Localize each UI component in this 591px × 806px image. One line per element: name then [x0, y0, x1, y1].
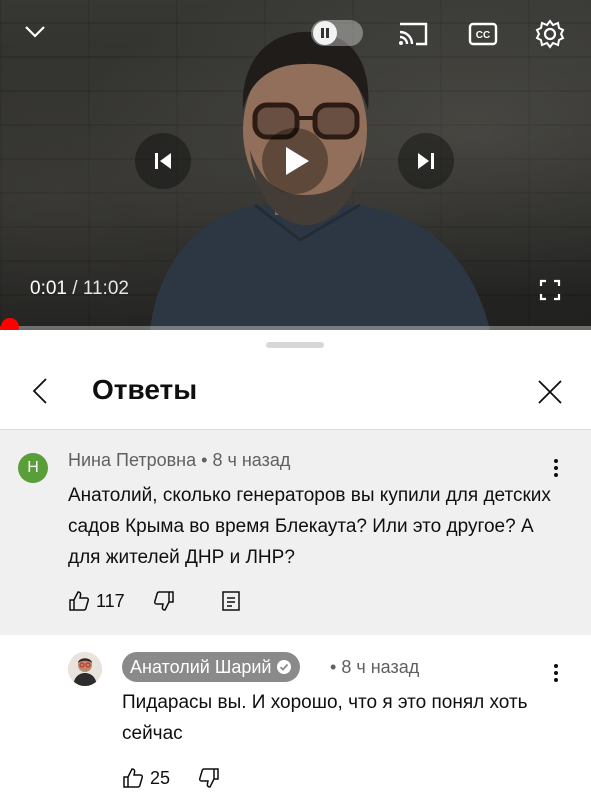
current-time: 0:01 — [30, 278, 67, 299]
captions-icon[interactable]: CC — [468, 22, 498, 46]
dislike-icon[interactable] — [153, 590, 175, 612]
autoplay-toggle[interactable] — [311, 20, 363, 46]
drag-handle[interactable] — [266, 342, 324, 348]
comment-author[interactable]: Нина Петровна — [68, 450, 196, 470]
svg-text:CC: CC — [476, 30, 490, 41]
scrubber-handle[interactable] — [1, 318, 19, 330]
author-chip[interactable]: Анатолий Шарий — [122, 652, 301, 682]
like-count: 117 — [96, 590, 125, 611]
video-player[interactable]: CC 0:01 / 11:02 — [0, 0, 591, 330]
duration: 11:02 — [82, 278, 129, 299]
replies-panel: Ответы Н Нина Петровна • 8 ч назад Анато… — [0, 330, 591, 806]
next-icon[interactable] — [398, 133, 454, 189]
dislike-icon[interactable] — [198, 767, 220, 789]
play-icon[interactable] — [262, 128, 328, 194]
comment-time: 8 ч назад — [212, 450, 291, 470]
reply-icon[interactable] — [221, 590, 241, 612]
reply-comment: Анатолий Шарий • 8 ч назад Пидарасы вы. … — [0, 635, 591, 806]
panel-title: Ответы — [92, 374, 198, 405]
pause-icon — [313, 21, 337, 45]
verified-check-icon — [276, 659, 292, 675]
comment-time: 8 ч назад — [341, 657, 420, 677]
more-options-icon[interactable] — [550, 456, 562, 480]
time-display: 0:01 / 11:02 — [30, 278, 129, 299]
comment-meta: • 8 ч назад — [330, 657, 420, 677]
like-icon[interactable] — [122, 767, 144, 789]
comment-author: Анатолий Шарий — [130, 656, 272, 677]
avatar[interactable]: Н — [18, 453, 48, 483]
more-options-icon[interactable] — [550, 661, 562, 685]
fullscreen-icon[interactable] — [538, 278, 562, 302]
avatar[interactable] — [68, 652, 102, 686]
comment-meta: Нина Петровна • 8 ч назад — [68, 450, 291, 470]
previous-icon[interactable] — [135, 133, 191, 189]
comment-actions: 117 — [68, 590, 241, 612]
back-arrow-icon[interactable] — [26, 376, 56, 406]
comment-text: Анатолий, сколько генераторов вы купили … — [68, 485, 551, 568]
like-count: 25 — [150, 767, 171, 788]
close-icon[interactable] — [534, 376, 566, 408]
chevron-down-icon[interactable] — [22, 18, 48, 44]
comment-text: Пидарасы вы. И хорошо, что я это понял х… — [122, 692, 528, 744]
settings-icon[interactable] — [535, 19, 565, 49]
like-icon[interactable] — [68, 590, 90, 612]
parent-comment: Н Нина Петровна • 8 ч назад Анатолий, ск… — [0, 430, 591, 635]
cast-icon[interactable] — [396, 20, 430, 48]
comment-actions: 25 — [122, 767, 220, 789]
